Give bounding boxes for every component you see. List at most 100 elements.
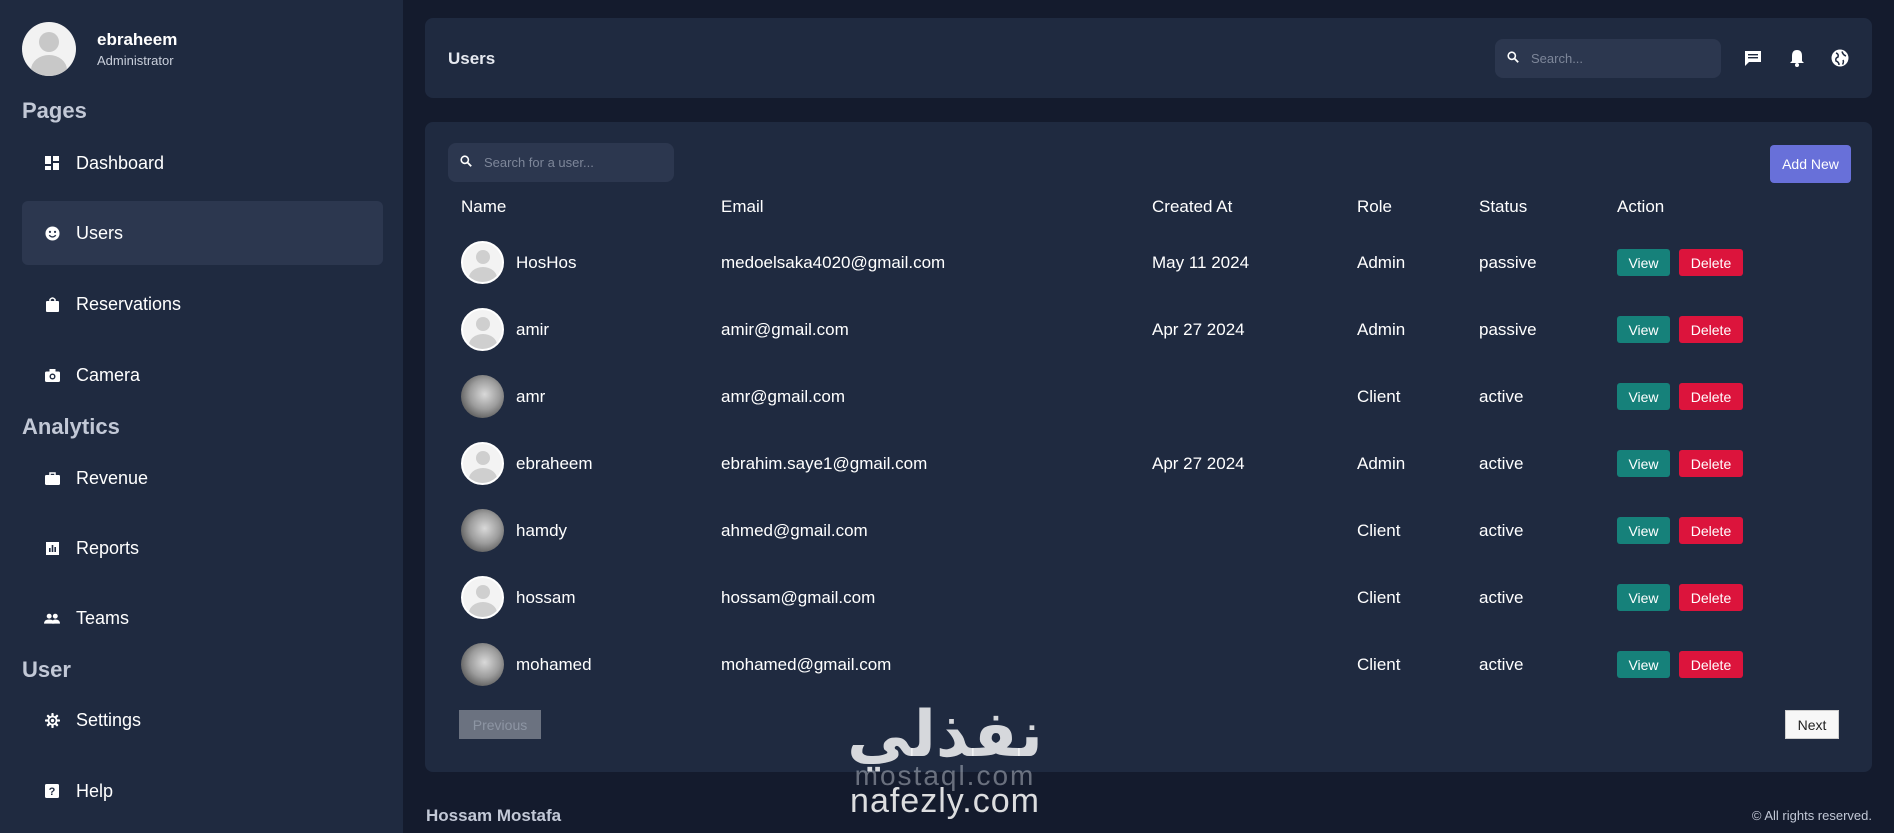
user-status: active [1479, 587, 1524, 607]
delete-button[interactable]: Delete [1679, 584, 1743, 611]
view-button[interactable]: View [1617, 383, 1670, 410]
user-name-cell: amr [461, 363, 545, 430]
user-name: ebraheem [516, 453, 593, 473]
shopping-bag-icon [44, 296, 60, 312]
user-email: medoelsaka4020@gmail.com [721, 252, 946, 272]
user-status: active [1479, 654, 1524, 674]
header-search[interactable] [1495, 39, 1721, 78]
view-button[interactable]: View [1617, 651, 1670, 678]
section-analytics: Analytics [22, 414, 120, 439]
user-actions: View Delete [1617, 564, 1743, 631]
user-email: ebrahim.saye1@gmail.com [721, 453, 928, 473]
sidebar-item-users[interactable]: Users [22, 201, 383, 265]
user-actions: View Delete [1617, 430, 1743, 497]
profile-role: Administrator [97, 53, 174, 68]
view-button[interactable]: View [1617, 584, 1670, 611]
sidebar-item-label: Users [76, 222, 124, 243]
delete-button[interactable]: Delete [1679, 383, 1743, 410]
user-actions: View Delete [1617, 497, 1743, 564]
user-status: active [1479, 386, 1524, 406]
user-email: mohamed@gmail.com [721, 654, 892, 674]
user-role: Client [1357, 386, 1401, 406]
view-button[interactable]: View [1617, 450, 1670, 477]
user-role: Admin [1357, 453, 1406, 473]
user-name-cell: hossam [461, 564, 576, 631]
table-row: HosHos medoelsaka4020@gmail.com May 11 202… [425, 229, 1872, 296]
previous-button[interactable]: Previous [459, 710, 541, 739]
profile-name: ebraheem [97, 30, 178, 49]
user-status: passive [1479, 252, 1537, 272]
sidebar-item-help[interactable]: ? Help [22, 759, 383, 823]
table-row: hamdy ahmed@gmail.com Client active View Dele… [425, 497, 1872, 564]
sidebar-item-reports[interactable]: Reports [22, 516, 383, 580]
sidebar-item-settings[interactable]: Settings [22, 688, 383, 752]
column-header-role: Role [1357, 197, 1392, 216]
add-new-button[interactable]: Add New [1770, 145, 1851, 183]
chat-icon[interactable] [1742, 47, 1764, 69]
avatar [461, 375, 504, 418]
camera-icon [44, 367, 60, 383]
sidebar-item-label: Teams [76, 607, 130, 628]
table-row: ebraheem ebrahim.saye1@gmail.com Apr 27 20… [425, 430, 1872, 497]
sidebar-item-reservations[interactable]: Reservations [22, 272, 383, 336]
user-actions: View Delete [1617, 631, 1743, 698]
user-role: Client [1357, 520, 1401, 540]
user-actions: View Delete [1617, 229, 1743, 296]
view-button[interactable]: View [1617, 249, 1670, 276]
delete-button[interactable]: Delete [1679, 249, 1743, 276]
globe-icon[interactable] [1829, 47, 1851, 69]
user-email: amr@gmail.com [721, 386, 845, 406]
avatar [461, 576, 504, 619]
sidebar-item-teams[interactable]: Teams [22, 586, 383, 650]
user-name: hossam [516, 587, 576, 607]
avatar [461, 308, 504, 351]
footer-rights: © All rights reserved. [1751, 808, 1872, 823]
table-row: amir amir@gmail.com Apr 27 2024 Admin passiv… [425, 296, 1872, 363]
user-name-cell: hamdy [461, 497, 567, 564]
sidebar-item-label: Reports [76, 537, 140, 558]
profile-avatar [22, 22, 76, 76]
delete-button[interactable]: Delete [1679, 450, 1743, 477]
user-name-cell: ebraheem [461, 430, 593, 497]
briefcase-icon [44, 470, 60, 486]
section-pages: Pages [22, 98, 87, 123]
watermark-line2: nafezly.com [850, 782, 1040, 820]
top-header: Users [425, 18, 1872, 98]
avatar [461, 509, 504, 552]
user-actions: View Delete [1617, 363, 1743, 430]
column-header-action: Action [1617, 197, 1665, 216]
user-name-cell: amir [461, 296, 549, 363]
user-role: Admin [1357, 319, 1406, 339]
delete-button[interactable]: Delete [1679, 517, 1743, 544]
header-search-input[interactable] [1531, 51, 1701, 66]
bar-chart-icon [44, 540, 60, 556]
user-name: hamdy [516, 520, 568, 540]
sidebar-item-label: Revenue [76, 467, 149, 488]
avatar [461, 241, 504, 284]
delete-button[interactable]: Delete [1679, 651, 1743, 678]
user-name: amr [516, 386, 546, 406]
user-created-at: Apr 27 2024 [1152, 319, 1245, 339]
svg-text:?: ? [49, 786, 56, 798]
help-icon: ? [44, 783, 60, 799]
user-role: Admin [1357, 252, 1406, 272]
bell-icon[interactable] [1786, 47, 1808, 69]
table-row: hossam hossam@gmail.com Client active View De… [425, 564, 1872, 631]
user-email: amir@gmail.com [721, 319, 849, 339]
sidebar-item-camera[interactable]: Camera [22, 343, 383, 407]
sidebar-item-dashboard[interactable]: Dashboard [22, 131, 383, 195]
sidebar-item-revenue[interactable]: Revenue [22, 446, 383, 510]
user-status: passive [1479, 319, 1537, 339]
table-row: amr amr@gmail.com Client active View Delete [425, 363, 1872, 430]
view-button[interactable]: View [1617, 316, 1670, 343]
column-header-name: Name [461, 197, 507, 216]
next-button[interactable]: Next [1785, 710, 1839, 739]
sidebar-item-label: Dashboard [76, 152, 165, 173]
user-search-input[interactable] [484, 155, 654, 170]
user-search[interactable] [448, 143, 674, 182]
user-name-cell: mohamed [461, 631, 592, 698]
delete-button[interactable]: Delete [1679, 316, 1743, 343]
view-button[interactable]: View [1617, 517, 1670, 544]
user-name-cell: HosHos [461, 229, 576, 296]
user-status: active [1479, 453, 1524, 473]
